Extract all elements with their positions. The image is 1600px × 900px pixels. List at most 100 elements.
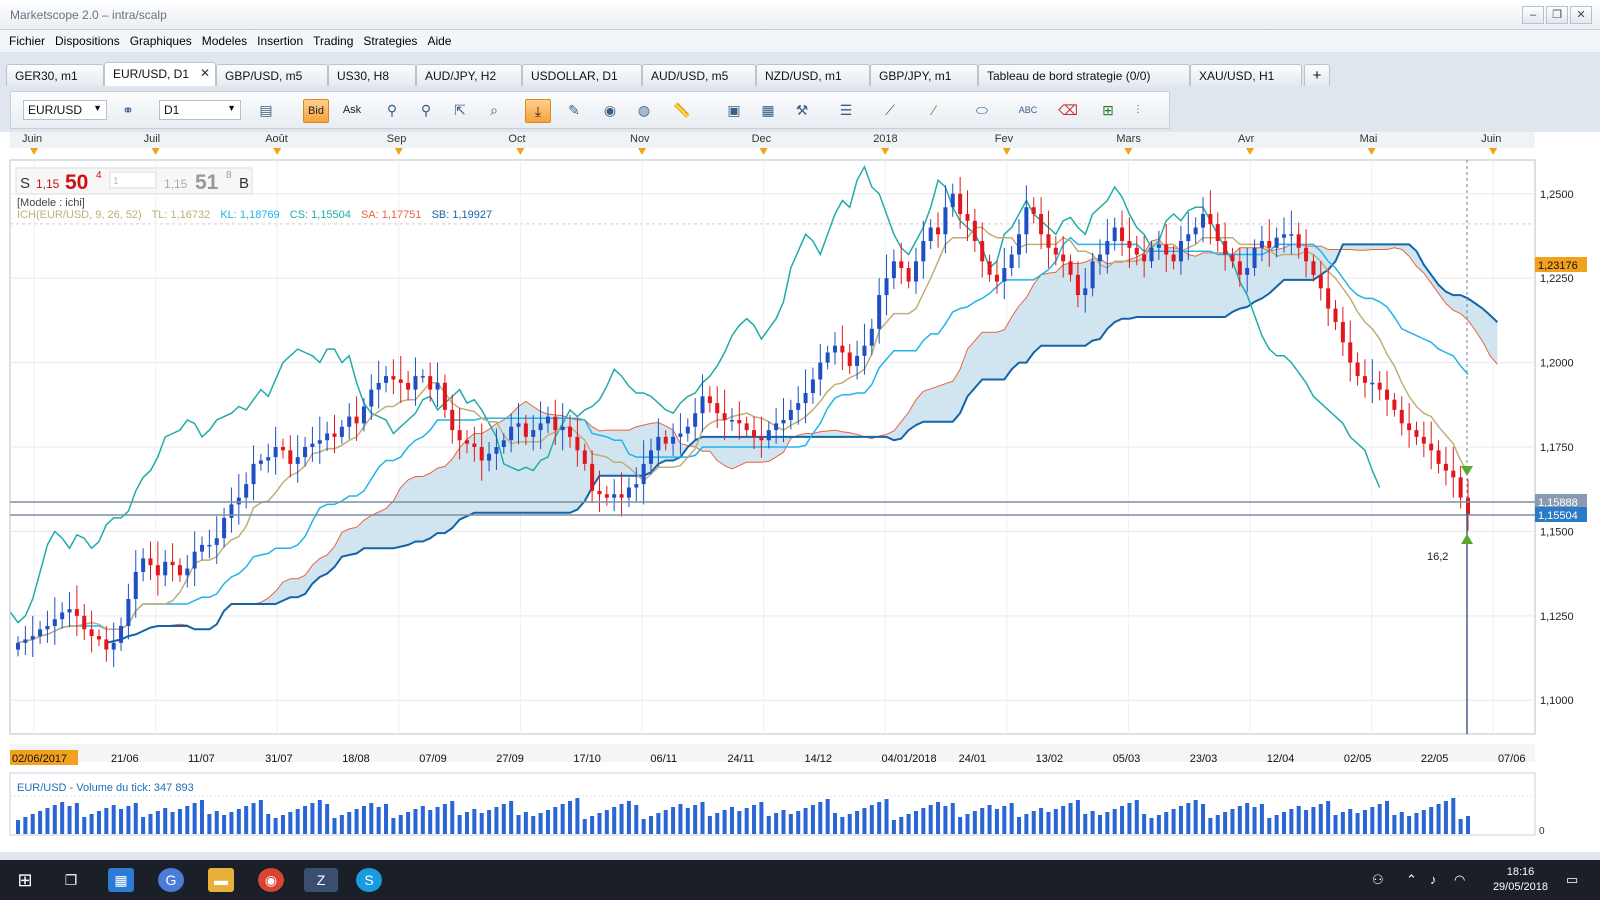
indicator-window-icon[interactable]: ▦: [755, 99, 781, 123]
candle-body: [803, 392, 808, 404]
volume-bar: [1097, 815, 1102, 834]
chart-tab[interactable]: USDOLLAR, D1: [522, 64, 642, 86]
link-icon[interactable]: ⚭: [115, 99, 141, 123]
indicator-legend: ICH(EUR/USD, 9, 26, 52) TL: 1,16732 KL: …: [17, 209, 492, 221]
candle-body: [1465, 497, 1471, 515]
volume-bar: [1120, 806, 1125, 834]
windows-start-icon[interactable]: ⊞: [12, 868, 38, 892]
chart-tab[interactable]: GBP/USD, m5: [216, 64, 328, 86]
symbol-select[interactable]: EUR/USD ▼: [23, 100, 107, 120]
candle-body: [774, 423, 779, 431]
candle-body: [1333, 308, 1338, 323]
pointer-icon[interactable]: ⇱: [447, 99, 473, 123]
ellipse-icon[interactable]: ⬭: [969, 99, 995, 123]
text-label-icon[interactable]: ABC: [1015, 99, 1041, 123]
g-app-icon[interactable]: G: [158, 868, 184, 892]
tray-expand-icon[interactable]: ⌃: [1406, 872, 1417, 888]
chart-tab[interactable]: GBP/JPY, m1: [870, 64, 978, 86]
chart-tab[interactable]: US30, H8: [328, 64, 416, 86]
eye-icon[interactable]: ◉: [597, 99, 623, 123]
hierarchy-icon[interactable]: ⊞: [1095, 99, 1121, 123]
volume-bar: [671, 807, 676, 834]
minimize-icon[interactable]: –: [1522, 6, 1544, 24]
menu-item[interactable]: Strategies: [358, 34, 422, 48]
candle-body: [1451, 470, 1456, 478]
zoom-out-icon[interactable]: ⚲: [413, 99, 439, 123]
chart-tab[interactable]: GER30, m1: [6, 64, 104, 86]
volume-bar: [170, 812, 175, 834]
volume-bar: [266, 814, 271, 834]
taskbar-clock[interactable]: 18:16 29/05/2018: [1493, 865, 1548, 895]
menu-item[interactable]: Dispositions: [50, 34, 125, 48]
candle-body: [678, 433, 683, 437]
date-tick-label: 13/02: [1036, 753, 1064, 765]
menu-item[interactable]: Trading: [308, 34, 358, 48]
chart-tab[interactable]: Tableau de bord strategie (0/0): [978, 64, 1190, 86]
timeframe-select[interactable]: D1 ▼: [159, 100, 241, 120]
store-app-icon[interactable]: ▦: [108, 868, 134, 892]
volume-bar: [1142, 814, 1147, 834]
skype-icon[interactable]: S: [356, 868, 382, 892]
file-explorer-icon[interactable]: ▬: [208, 868, 234, 892]
wifi-icon[interactable]: ◠: [1454, 872, 1465, 888]
chart-tab[interactable]: NZD/USD, m1: [756, 64, 870, 86]
candle-body: [928, 227, 933, 242]
globe-icon[interactable]: ◍: [631, 99, 657, 123]
candle-body: [965, 214, 970, 221]
menu-item[interactable]: Aide: [422, 34, 456, 48]
close-icon[interactable]: ✕: [1570, 6, 1592, 24]
notification-icon[interactable]: ▭: [1566, 872, 1578, 888]
edit-chart-icon[interactable]: ✎: [561, 99, 587, 123]
chart-area[interactable]: 1,23176 1,15888 1,15504 Juin Juil Août Sep Oct…: [0, 132, 1600, 852]
image-icon[interactable]: ▣: [721, 99, 747, 123]
volume-bar: [199, 800, 205, 834]
candle-body: [1259, 241, 1264, 248]
price-chart[interactable]: 1,231761,158881,15504 Juin Juil Août Sep Oct…: [0, 132, 1600, 852]
people-icon[interactable]: ⚇: [1372, 872, 1384, 888]
chart-tab[interactable]: AUD/JPY, H2: [416, 64, 522, 86]
chrome-icon[interactable]: ◉: [258, 868, 284, 892]
volume-pane: [9, 772, 1536, 836]
menu-item[interactable]: Graphiques: [125, 34, 197, 48]
quote-box[interactable]: S 1,15 50 4 1 1,15 51 8 B: [15, 167, 253, 195]
restore-icon[interactable]: ❐: [1546, 6, 1568, 24]
volume-bar: [1348, 809, 1353, 834]
eraser-icon[interactable]: ⌫: [1055, 99, 1081, 123]
horizontal-lines-icon[interactable]: ☰: [833, 99, 859, 123]
ruler-icon[interactable]: 📏: [669, 99, 695, 123]
price-tick-label: 1,1500: [1540, 526, 1574, 538]
marketscope-icon[interactable]: Z: [304, 868, 338, 892]
candle-body: [317, 440, 322, 444]
trend-line-icon[interactable]: ∕: [921, 99, 947, 123]
menu-item[interactable]: Insertion: [252, 34, 308, 48]
candle-body: [222, 517, 227, 539]
volume-bar: [472, 809, 477, 834]
volume-bar: [906, 814, 911, 834]
menu-item[interactable]: Modeles: [197, 34, 252, 48]
candle-body: [1112, 227, 1117, 242]
buy-price[interactable]: 51: [195, 171, 219, 194]
chart-tab[interactable]: AUD/USD, m5: [642, 64, 756, 86]
menu-item[interactable]: Fichier: [4, 34, 50, 48]
chart-tab[interactable]: EUR/USD, D1 ✕: [104, 62, 216, 86]
zoom-region-icon[interactable]: ⌕: [481, 99, 507, 123]
task-view-icon[interactable]: ❐: [58, 868, 84, 892]
toolbar-overflow-icon[interactable]: ⋮: [1125, 99, 1151, 123]
fan-icon[interactable]: ⟋: [877, 99, 903, 123]
volume-bar: [1259, 804, 1264, 834]
volume-bar: [1193, 800, 1198, 834]
autoscroll-icon[interactable]: ⤓: [525, 99, 551, 123]
volume-bar: [958, 817, 963, 834]
tools-icon[interactable]: ⚒: [789, 99, 815, 123]
bid-button[interactable]: Bid: [303, 99, 329, 123]
candle-body: [921, 241, 926, 262]
add-tab-icon[interactable]: +: [1304, 64, 1330, 86]
chart-tab[interactable]: XAU/USD, H1: [1190, 64, 1302, 86]
sell-price[interactable]: 50: [65, 171, 88, 194]
chart-type-icon[interactable]: ▤: [253, 99, 279, 123]
zoom-in-icon[interactable]: ⚲: [379, 99, 405, 123]
close-tab-icon[interactable]: ✕: [200, 66, 210, 80]
ask-button[interactable]: Ask: [339, 99, 365, 123]
candle-body: [170, 561, 175, 566]
volume-icon[interactable]: ♪: [1430, 872, 1437, 887]
